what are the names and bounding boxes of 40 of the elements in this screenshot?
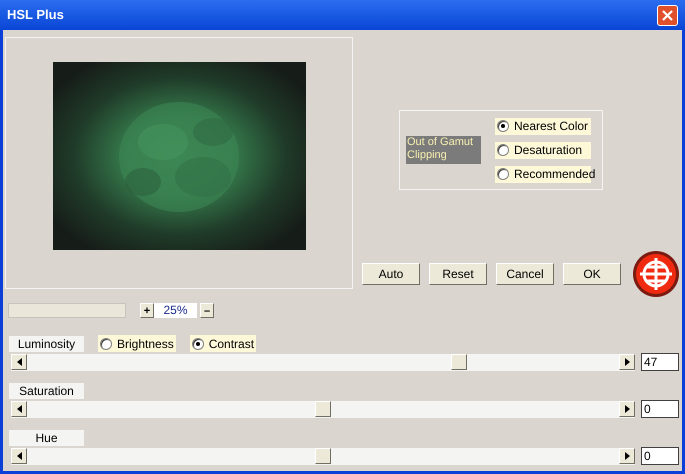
slider-thumb[interactable] xyxy=(451,354,468,370)
gamut-label: Out of Gamut Clipping xyxy=(406,136,481,164)
dialog-button[interactable]: Reset xyxy=(429,263,487,285)
dialog-button[interactable]: Auto xyxy=(362,263,420,285)
left-triangle-icon xyxy=(16,358,22,366)
close-icon xyxy=(662,10,673,20)
slider-label: Saturation xyxy=(9,383,84,399)
radio-option[interactable]: Contrast xyxy=(190,335,256,352)
dialog-button[interactable]: Cancel xyxy=(496,263,554,285)
zoom-in-button[interactable]: + xyxy=(140,303,154,318)
zoom-out-button[interactable]: – xyxy=(200,303,214,318)
value-field[interactable]: 0 xyxy=(641,447,679,465)
scroll-right-button[interactable] xyxy=(619,354,635,370)
scroll-left-button[interactable] xyxy=(11,448,27,464)
radio-option[interactable]: Desaturation xyxy=(495,142,591,158)
slider-label: Hue xyxy=(9,430,84,446)
window-title: HSL Plus xyxy=(7,6,64,24)
slider-thumb[interactable] xyxy=(315,448,331,464)
left-triangle-icon xyxy=(16,405,22,413)
radio-option[interactable]: Nearest Color xyxy=(495,118,591,134)
slider[interactable] xyxy=(11,354,635,370)
slider-label: Luminosity xyxy=(9,336,84,352)
right-triangle-icon xyxy=(624,358,630,366)
scroll-left-button[interactable] xyxy=(11,354,27,370)
value-field[interactable]: 47 xyxy=(641,353,679,371)
value-field[interactable]: 0 xyxy=(641,400,679,418)
right-triangle-icon xyxy=(624,452,630,460)
slider[interactable] xyxy=(11,448,635,464)
close-button[interactable] xyxy=(657,4,678,26)
slider-thumb[interactable] xyxy=(315,401,331,417)
scroll-right-button[interactable] xyxy=(619,448,635,464)
scroll-left-button[interactable] xyxy=(11,401,27,417)
slider[interactable] xyxy=(11,400,635,418)
globe-icon[interactable] xyxy=(632,250,680,298)
dialog-button[interactable]: OK xyxy=(563,263,621,285)
radio-option[interactable]: Brightness xyxy=(98,335,176,352)
left-triangle-icon xyxy=(16,452,22,460)
scroll-right-button[interactable] xyxy=(619,401,635,417)
right-triangle-icon xyxy=(624,405,630,413)
zoom-value: 25% xyxy=(154,303,197,318)
